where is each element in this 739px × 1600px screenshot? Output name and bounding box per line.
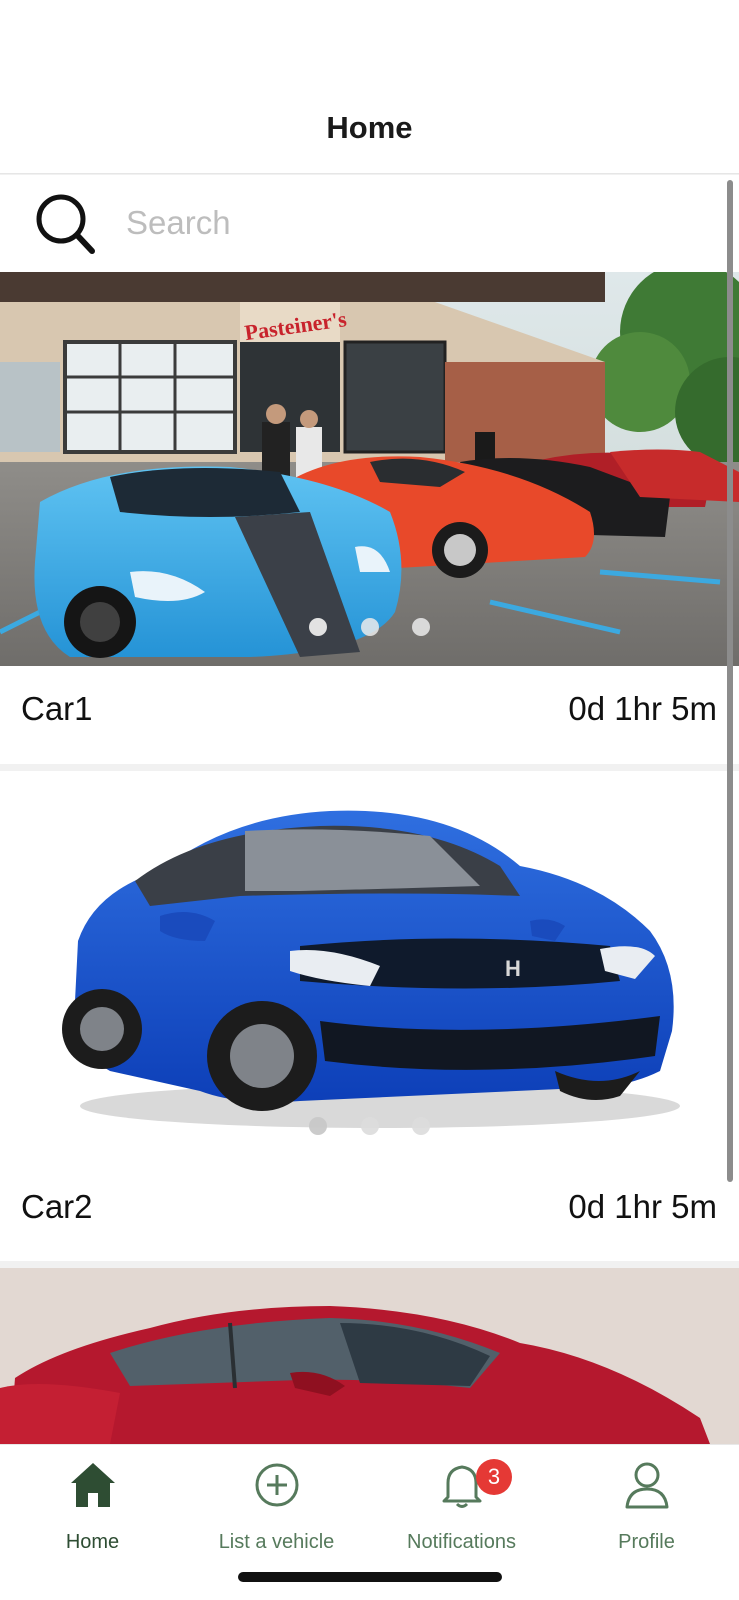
blue-sedan-photo[interactable]: H [0,771,739,1164]
carousel-dots[interactable] [300,618,440,638]
tab-home[interactable]: Home [0,1445,185,1565]
tab-profile[interactable]: Profile [554,1445,739,1565]
tab-notifications[interactable]: 3 Notifications [369,1445,554,1565]
carousel-dot[interactable] [412,618,430,636]
search-bar[interactable] [0,175,739,272]
time-remaining: 0d 1hr 5m [568,690,717,727]
person-icon [625,1462,668,1509]
home-indicator[interactable] [238,1572,502,1582]
top-bar: Home [0,0,739,174]
listing-name: Car1 [21,690,93,727]
card-footer: Car1 0d 1hr 5m [0,666,739,762]
tab-label: Profile [618,1531,675,1553]
listing-name: Car2 [21,1188,93,1225]
plus-circle-icon [255,1463,298,1507]
home-icon [70,1463,115,1507]
carousel-dot-active[interactable] [309,1117,327,1135]
listing-card[interactable] [0,1268,739,1444]
listing-feed[interactable]: Pasteiner's Car1 0d 1hr 5m H Car2 0d 1hr… [0,272,739,1444]
page-title: Home [326,110,413,145]
tab-label: Home [65,1531,120,1553]
listing-card[interactable]: H Car2 0d 1hr 5m [0,771,739,1261]
carousel-dots[interactable] [300,1117,440,1137]
carousel-dot[interactable] [361,1117,379,1135]
search-input[interactable] [126,199,686,247]
red-sedan-photo[interactable] [0,1268,739,1444]
svg-text:H: H [505,956,521,981]
scrollbar[interactable] [727,180,733,1182]
carousel-dot-active[interactable] [309,618,327,636]
carousel-dot[interactable] [361,618,379,636]
listing-card[interactable]: Pasteiner's Car1 0d 1hr 5m [0,272,739,764]
time-remaining: 0d 1hr 5m [568,1188,717,1225]
card-footer: Car2 0d 1hr 5m [0,1164,739,1260]
app-screen: Home Search Pasteiner's Car1 0d 1hr 5m H… [0,0,739,1600]
tab-label: List a vehicle [218,1531,335,1553]
search-icon[interactable] [34,193,96,255]
tab-label: Notifications [407,1531,516,1553]
tab-list-a-vehicle[interactable]: List a vehicle [184,1445,369,1565]
carousel-dot[interactable] [412,1117,430,1135]
car-show-photo[interactable]: Pasteiner's [0,272,739,666]
notification-badge: 3 [476,1459,512,1495]
